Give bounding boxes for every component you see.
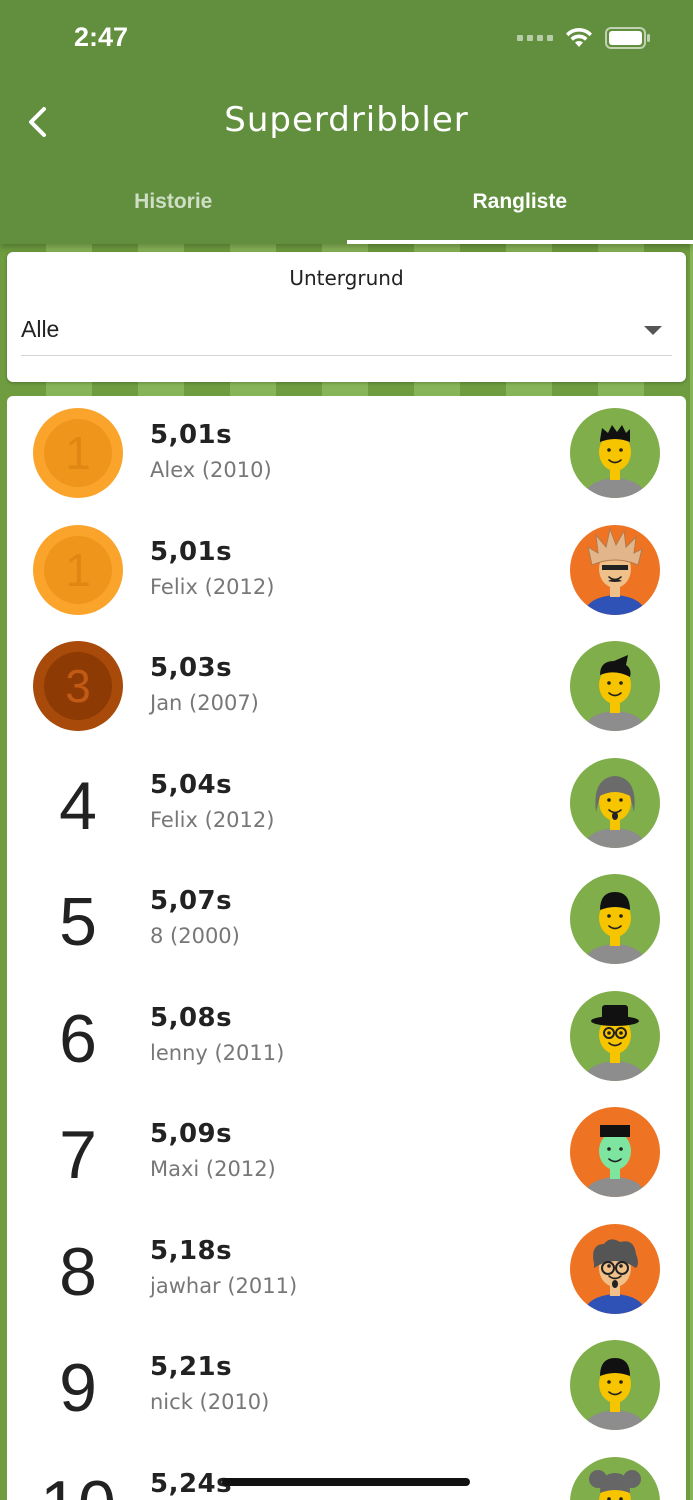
bronze-medal-icon: 3: [33, 641, 123, 731]
rank-number: 6: [59, 1000, 97, 1077]
leaderboard-row[interactable]: 6 5,08s lenny (2011): [7, 979, 686, 1095]
player-avatar: [570, 757, 660, 848]
leaderboard-row[interactable]: 1 5,01s Alex (2010): [7, 396, 686, 512]
surface-dropdown[interactable]: Alle: [21, 312, 672, 356]
filter-card: Untergrund Alle: [7, 252, 686, 382]
leaderboard-row[interactable]: 7 5,09s Maxi (2012): [7, 1095, 686, 1211]
player-name: Maxi (2012): [150, 1157, 276, 1181]
gold-medal-icon: 1: [33, 524, 123, 615]
result-time: 5,03s: [150, 653, 233, 683]
gold-medal-icon: 1: [33, 408, 123, 498]
rank-number: 3: [44, 652, 112, 720]
leaderboard-row[interactable]: 5 5,07s 8 (2000): [7, 862, 686, 978]
leaderboard-row[interactable]: 10 5,24s: [7, 1445, 686, 1500]
dropdown-value: Alle: [21, 316, 60, 342]
leaderboard-row[interactable]: 4 5,04s Felix (2012): [7, 746, 686, 862]
player-avatar: [570, 1340, 660, 1430]
result-time: 5,04s: [150, 769, 233, 800]
player-name: Felix (2012): [150, 807, 275, 832]
wifi-icon: [566, 27, 592, 47]
result-time: 5,08s: [150, 1002, 233, 1033]
player-name: jawhar (2011): [150, 1273, 298, 1298]
player-avatar: [570, 990, 660, 1081]
leaderboard-row[interactable]: 1 5,01s Felix (2012): [7, 513, 686, 629]
result-time: 5,24s: [150, 1468, 233, 1499]
result-time: 5,09s: [150, 1119, 233, 1149]
filter-label: Untergrund: [289, 266, 404, 290]
signal-icon: [517, 35, 553, 41]
rank-number: 1: [44, 535, 112, 604]
player-name: Felix (2012): [150, 574, 275, 599]
tab-historie[interactable]: Historie: [0, 170, 347, 244]
status-icons: [517, 27, 651, 49]
home-indicator: [222, 1478, 470, 1486]
player-avatar: [570, 1107, 660, 1197]
player-name: 8 (2000): [150, 924, 240, 948]
rank-number: 4: [59, 767, 97, 844]
rank-number: 8: [59, 1233, 97, 1310]
page-title: Superdribbler: [224, 100, 469, 140]
result-time: 5,01s: [150, 536, 233, 567]
player-name: lenny (2011): [150, 1040, 285, 1065]
rank-number: 10: [33, 1455, 123, 1500]
rank-number: 5: [59, 884, 97, 960]
player-avatar: [570, 641, 660, 731]
leaderboard-row[interactable]: 9 5,21s nick (2010): [7, 1328, 686, 1444]
player-avatar: [570, 524, 660, 615]
player-avatar: [570, 1223, 660, 1314]
tab-rangliste[interactable]: Rangliste: [346, 170, 693, 244]
result-time: 5,07s: [150, 886, 233, 916]
rank-number: 1: [44, 419, 112, 487]
dropdown-caret-icon: [644, 326, 662, 335]
result-time: 5,18s: [150, 1235, 233, 1266]
result-time: 5,01s: [150, 420, 233, 450]
status-time: 2:47: [74, 22, 129, 52]
result-time: 5,21s: [150, 1352, 233, 1382]
player-name: nick (2010): [150, 1390, 270, 1414]
battery-icon: [605, 27, 650, 49]
player-avatar: [570, 874, 660, 964]
rank-number: 9: [59, 1350, 97, 1426]
tab-bar: Historie Rangliste: [0, 170, 693, 244]
leaderboard-row[interactable]: 3 5,03s Jan (2007): [7, 629, 686, 745]
player-name: Jan (2007): [150, 691, 259, 715]
leaderboard-list: 1 5,01s Alex (2010) 1 5,01s Felix (2012) 3…: [7, 396, 686, 1500]
player-avatar: [570, 1456, 660, 1500]
rank-number: 7: [59, 1117, 97, 1193]
player-name: Alex (2010): [150, 458, 272, 482]
leaderboard-row[interactable]: 8 5,18s jawhar (2011): [7, 1212, 686, 1328]
player-avatar: [570, 408, 660, 498]
app-header: 2:47 Superdribbler Historie Rangliste: [0, 0, 693, 244]
